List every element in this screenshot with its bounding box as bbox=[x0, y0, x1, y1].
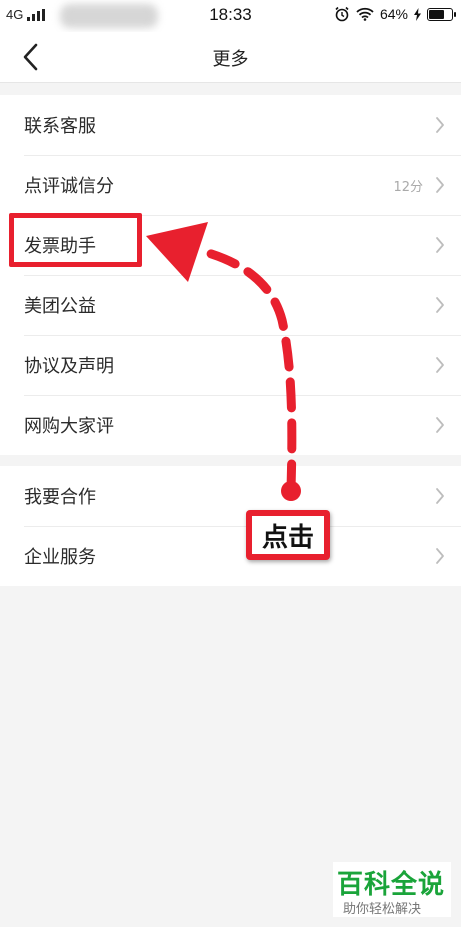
chevron-right-icon bbox=[436, 117, 444, 133]
menu-item-label: 点评诚信分 bbox=[24, 176, 114, 197]
chevron-right-icon bbox=[436, 548, 444, 564]
status-bar: 4G 18:33 64% bbox=[0, 0, 461, 32]
menu-item-charity[interactable]: 美团公益 bbox=[0, 275, 461, 335]
menu-group-primary: 联系客服 点评诚信分 12分 发票助手 美团公益 协议及声明 网购大家评 bbox=[0, 95, 461, 455]
menu-item-invoice-assistant[interactable]: 发票助手 bbox=[0, 215, 461, 275]
menu-item-shopping-reviews[interactable]: 网购大家评 bbox=[0, 395, 461, 455]
status-icons: 64% bbox=[334, 6, 456, 22]
page-title: 更多 bbox=[212, 49, 249, 70]
chevron-right-icon bbox=[436, 357, 444, 373]
menu-item-label: 协议及声明 bbox=[24, 356, 114, 377]
credit-score-value: 12分 bbox=[393, 180, 423, 195]
nav-bar: 更多 bbox=[0, 32, 461, 83]
chevron-right-icon bbox=[436, 237, 444, 253]
menu-item-label: 网购大家评 bbox=[24, 416, 114, 437]
menu-item-label: 企业服务 bbox=[24, 547, 96, 568]
callout-text: 点击 bbox=[252, 516, 324, 554]
chevron-right-icon bbox=[436, 297, 444, 313]
chevron-right-icon bbox=[436, 177, 444, 193]
menu-item-label: 美团公益 bbox=[24, 296, 96, 317]
menu-item-label: 联系客服 bbox=[24, 116, 96, 137]
menu-item-agreements[interactable]: 协议及声明 bbox=[0, 335, 461, 395]
battery-percent: 64% bbox=[379, 6, 408, 22]
menu-item-label: 发票助手 bbox=[24, 236, 96, 257]
menu-item-label: 我要合作 bbox=[24, 487, 96, 508]
chevron-right-icon bbox=[436, 417, 444, 433]
wifi-icon bbox=[356, 7, 374, 21]
menu-item-customer-service[interactable]: 联系客服 bbox=[0, 95, 461, 155]
alarm-icon bbox=[335, 6, 349, 22]
menu-item-enterprise-service[interactable]: 企业服务 bbox=[0, 526, 461, 586]
charging-icon bbox=[414, 7, 421, 21]
watermark-title: 百科全说 bbox=[337, 870, 446, 900]
click-callout: 点击 bbox=[246, 510, 330, 560]
watermark-logo: 百科全说 助你轻松解决 bbox=[333, 862, 451, 917]
battery-icon bbox=[427, 7, 456, 21]
menu-item-credit-score[interactable]: 点评诚信分 12分 bbox=[0, 155, 461, 215]
menu-group-business: 我要合作 企业服务 bbox=[0, 466, 461, 586]
chevron-right-icon bbox=[436, 488, 444, 504]
watermark-subtitle: 助你轻松解决 bbox=[343, 902, 422, 917]
menu-item-cooperation[interactable]: 我要合作 bbox=[0, 466, 461, 526]
